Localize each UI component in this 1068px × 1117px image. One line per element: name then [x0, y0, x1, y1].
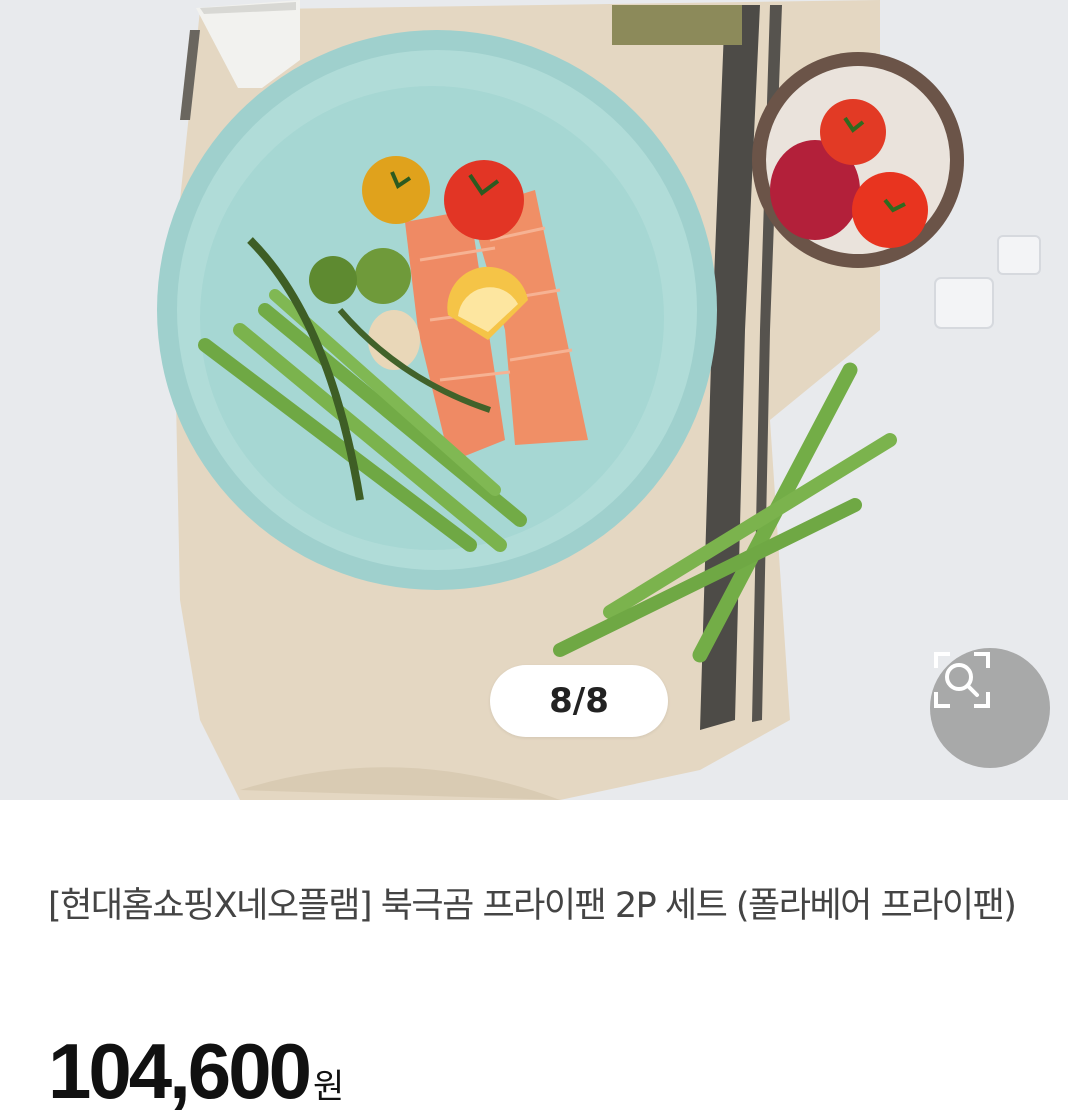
image-zoom-button[interactable]	[930, 648, 1050, 768]
image-page-indicator: 8/8	[490, 665, 668, 737]
zoom-search-icon	[934, 652, 990, 708]
price-currency: 원	[312, 1067, 345, 1107]
image-page-indicator-text: 8/8	[549, 681, 609, 721]
product-price: 104,600	[48, 1027, 312, 1115]
product-title: [현대홈쇼핑X네오플램] 북극곰 프라이팬 2P 세트 (폴라베어 프라이팬)	[48, 886, 1017, 926]
product-image-gallery[interactable]: 8/8	[0, 0, 1068, 800]
price-row: 104,600 원	[48, 1026, 345, 1115]
